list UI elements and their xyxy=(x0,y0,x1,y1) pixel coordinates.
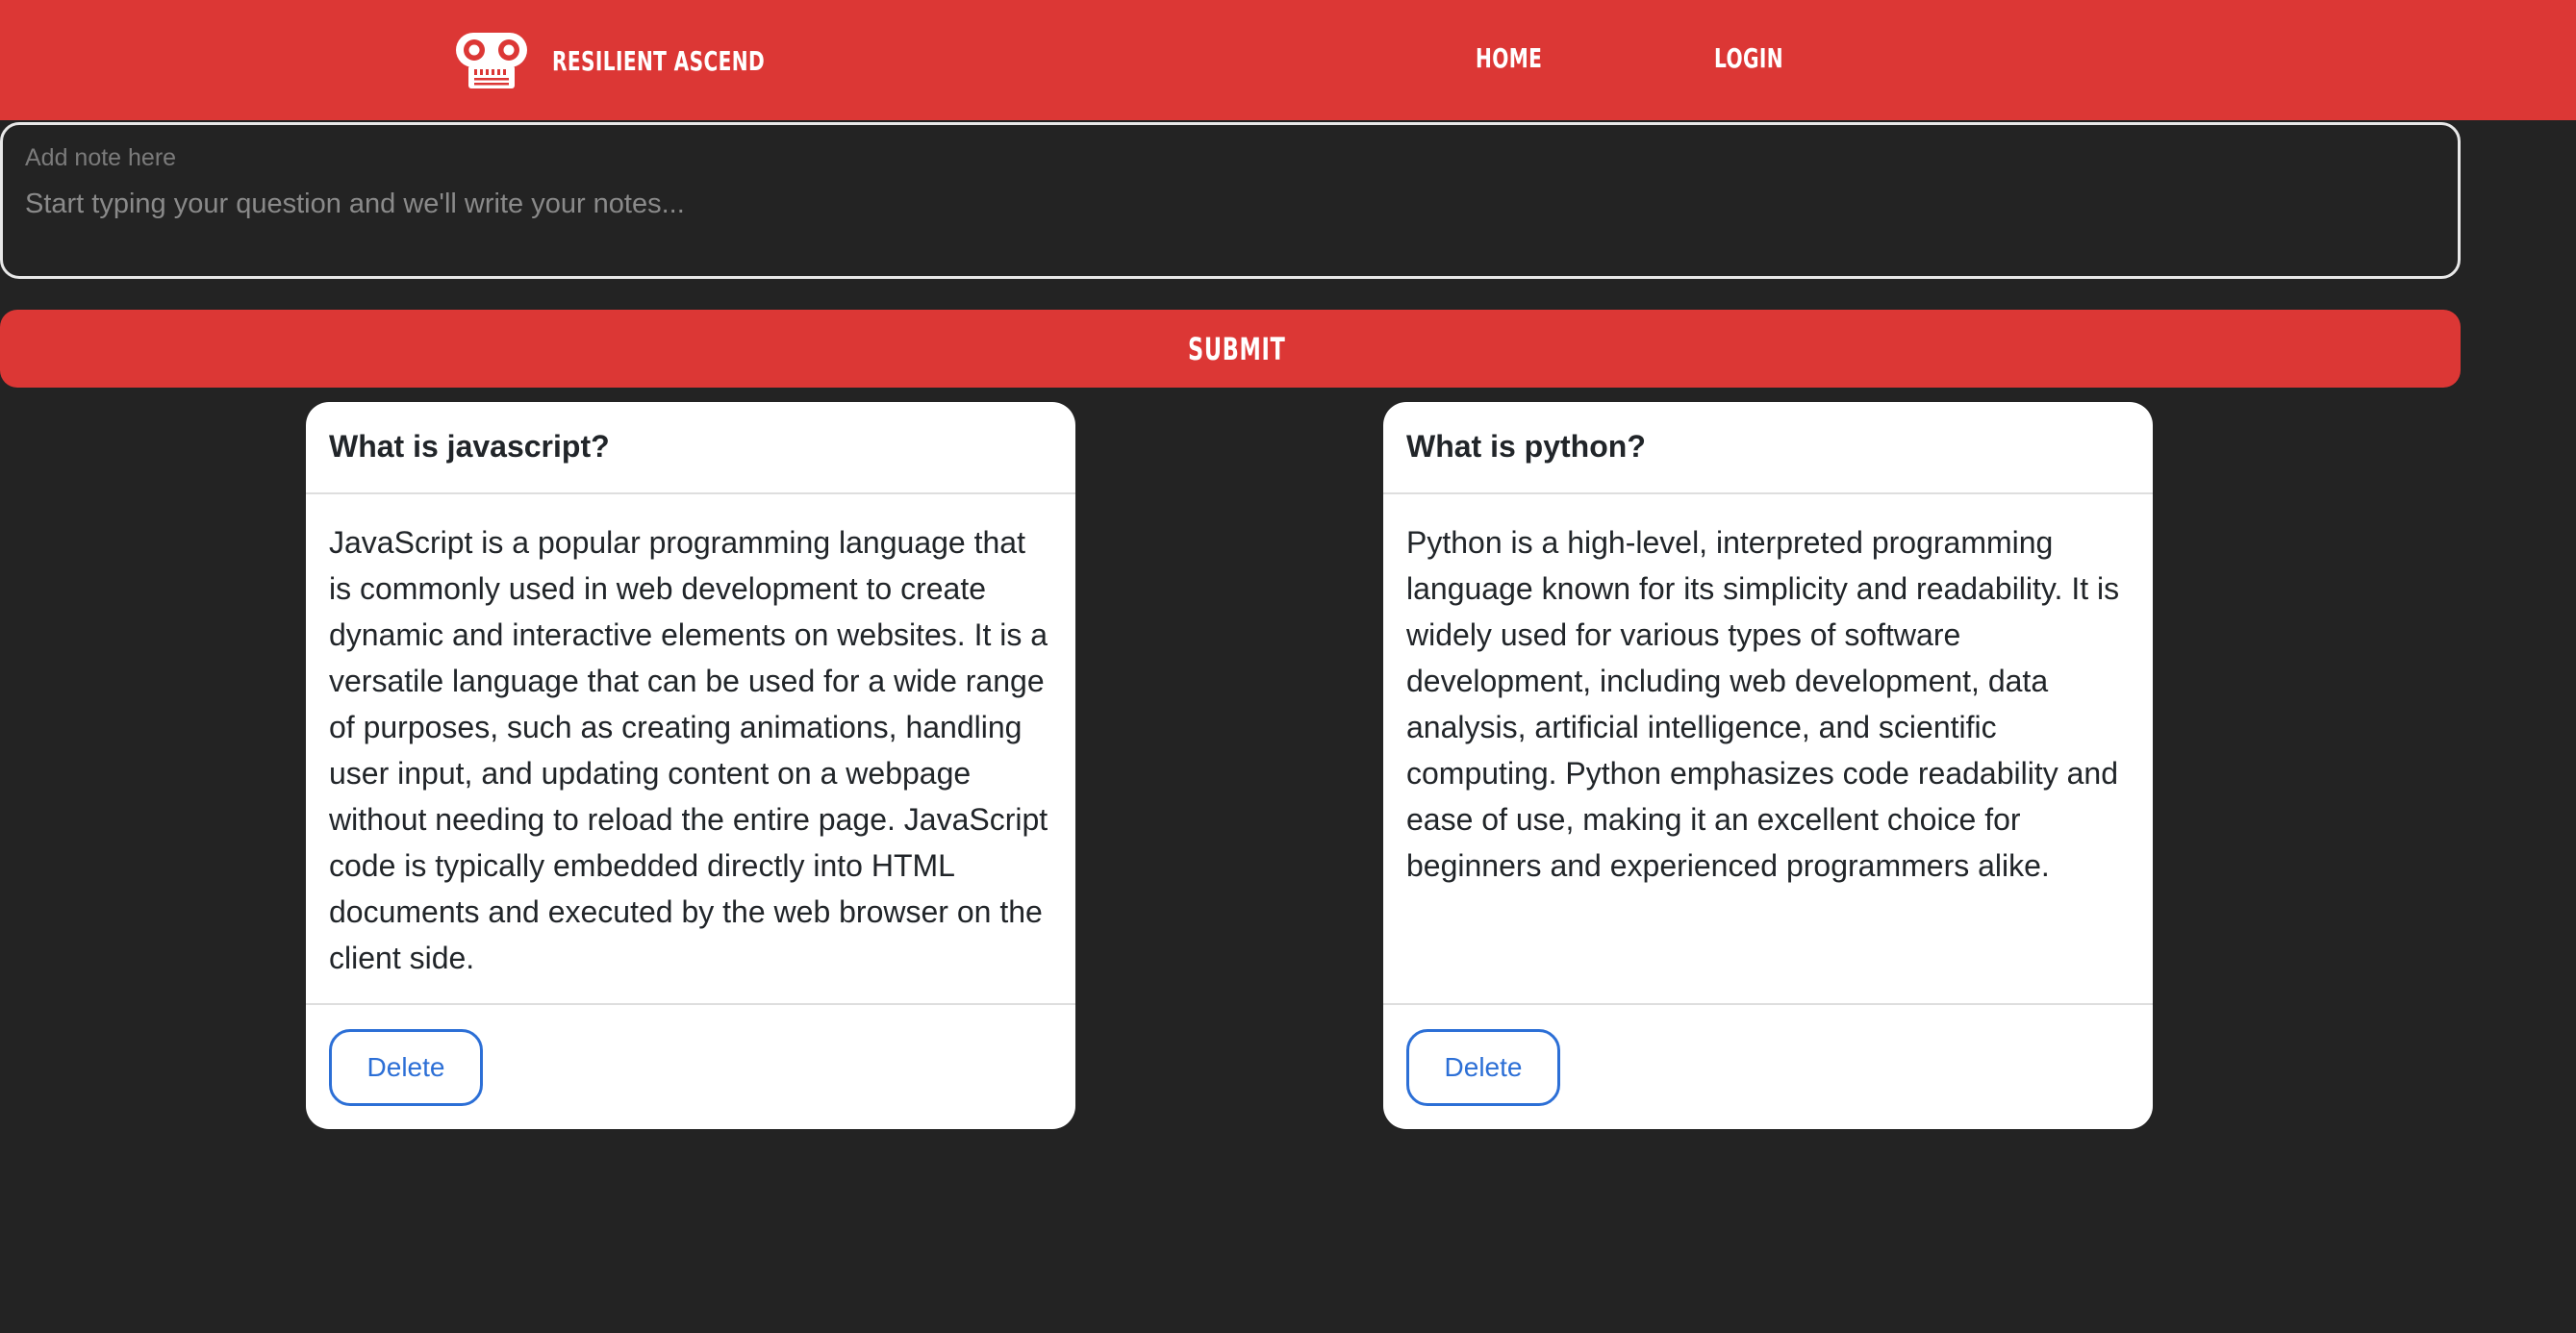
note-card-footer: Delete xyxy=(1383,1003,2153,1129)
top-navbar: RESILIENT ASCEND HOME LOGIN xyxy=(0,0,2576,120)
submit-button[interactable]: SUBMIT xyxy=(0,310,2461,388)
note-card: What is javascript? JavaScript is a popu… xyxy=(306,402,1075,1129)
note-card: What is python? Python is a high-level, … xyxy=(1383,402,2153,1129)
note-input-box: Add note here xyxy=(0,122,2461,279)
note-card-body: JavaScript is a popular programming lang… xyxy=(329,525,1048,975)
brand[interactable]: RESILIENT ASCEND xyxy=(454,31,847,90)
note-card-header: What is javascript? xyxy=(306,402,1075,494)
note-input[interactable] xyxy=(25,183,2411,225)
delete-button[interactable]: Delete xyxy=(329,1029,483,1106)
note-card-body: Python is a high-level, interpreted prog… xyxy=(1406,525,2120,883)
brand-name: RESILIENT ASCEND xyxy=(552,44,766,77)
nav-home-link[interactable]: HOME xyxy=(1476,42,1542,74)
note-card-title: What is python? xyxy=(1406,429,1646,464)
delete-button[interactable]: Delete xyxy=(1406,1029,1560,1106)
nav-login-link[interactable]: LOGIN xyxy=(1714,42,1783,74)
note-field-label: Add note here xyxy=(25,144,177,171)
note-card-header: What is python? xyxy=(1383,402,2153,494)
note-card-title: What is javascript? xyxy=(329,429,610,464)
robot-skull-icon xyxy=(454,31,529,90)
note-card-footer: Delete xyxy=(306,1003,1075,1129)
submit-button-label: SUBMIT xyxy=(1188,331,1286,367)
